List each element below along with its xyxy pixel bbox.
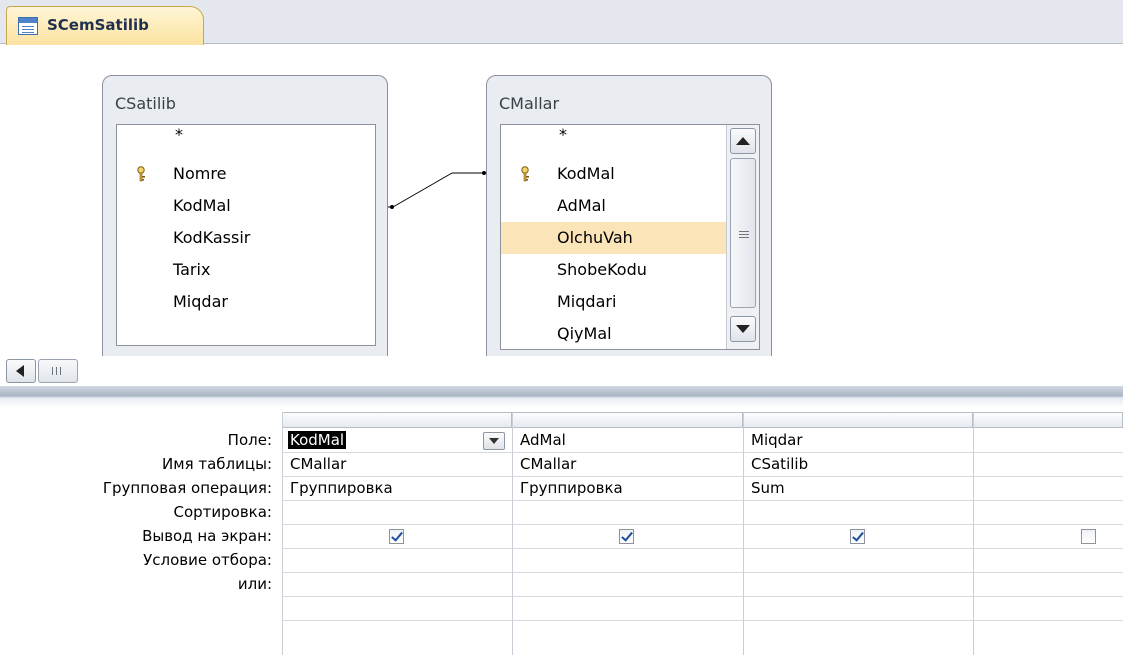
field-all[interactable]: * [501, 125, 759, 157]
primary-key-icon [521, 166, 529, 182]
row-label-total: Групповая операция: [102, 479, 272, 497]
total-cell[interactable]: Sum [744, 476, 973, 500]
table-cmallar[interactable]: CMallar * KodMal AdMal OlchuVah ShobeKod… [486, 75, 772, 356]
row-label-sort: Сортировка: [173, 503, 272, 521]
field-tarix[interactable]: Tarix [117, 254, 375, 286]
field-cell[interactable]: AdMal [513, 428, 743, 452]
sort-cell[interactable] [513, 500, 743, 524]
show-checkbox[interactable] [850, 529, 865, 544]
field-kodmal[interactable]: KodMal [501, 158, 759, 190]
field-admal[interactable]: AdMal [501, 190, 759, 222]
field-kodmal[interactable]: KodMal [117, 190, 375, 222]
scroll-thumb[interactable] [38, 359, 78, 383]
show-checkbox[interactable] [389, 529, 404, 544]
arrow-left-icon [16, 365, 24, 377]
row-label-field: Поле: [227, 431, 272, 449]
query-diagram-pane: CSatilib * Nomre KodMal KodKassir Tarix … [0, 45, 1123, 356]
sort-cell[interactable] [283, 500, 512, 524]
total-cell[interactable]: Группировка [283, 476, 512, 500]
scroll-up-button[interactable] [730, 128, 756, 154]
column-selector[interactable] [973, 412, 1123, 428]
table-cell[interactable]: CMallar [513, 452, 743, 476]
row-label-table: Имя таблицы: [162, 455, 272, 473]
arrow-down-icon [736, 325, 750, 333]
field-all[interactable]: * [117, 125, 375, 157]
field-miqdar[interactable]: Miqdar [117, 286, 375, 318]
table-cell[interactable]: CMallar [283, 452, 512, 476]
pane-splitter[interactable] [0, 386, 1123, 408]
field-cell[interactable]: KodMal [283, 428, 512, 452]
field-dropdown-button[interactable] [483, 432, 505, 450]
arrow-up-icon [736, 137, 750, 145]
tab-scemsatilib[interactable]: SCemSatilib [6, 6, 204, 45]
table-title: CMallar [499, 94, 560, 113]
field-miqdari[interactable]: Miqdari [501, 286, 759, 318]
column-selector[interactable] [743, 412, 973, 428]
scroll-left-button[interactable] [6, 359, 36, 383]
field-list: * KodMal AdMal OlchuVah ShobeKodu Miqdar… [500, 124, 760, 350]
tab-label: SCemSatilib [47, 16, 149, 34]
document-tab-strip: SCemSatilib [0, 0, 1123, 45]
diagram-horizontal-scrollbar[interactable] [0, 356, 1123, 386]
field-cell[interactable]: Miqdar [744, 428, 973, 452]
table-title: CSatilib [115, 94, 176, 113]
field-olchuvah[interactable]: OlchuVah [501, 222, 726, 254]
field-list: * Nomre KodMal KodKassir Tarix Miqdar [116, 124, 376, 346]
show-checkbox[interactable] [1081, 529, 1096, 544]
primary-key-icon [137, 166, 145, 182]
total-cell[interactable]: Группировка [513, 476, 743, 500]
table-csatilib[interactable]: CSatilib * Nomre KodMal KodKassir Tarix … [102, 75, 388, 356]
table-cell[interactable]: CSatilib [744, 452, 973, 476]
query-icon [18, 17, 38, 35]
field-nomre[interactable]: Nomre [117, 158, 375, 190]
field-cell[interactable] [974, 428, 1123, 452]
sort-cell[interactable] [744, 500, 973, 524]
column-selector[interactable] [282, 412, 512, 428]
query-design-grid: Поле: Имя таблицы: Групповая операция: С… [0, 408, 1123, 655]
field-list-scrollbar[interactable] [726, 125, 759, 349]
grip-icon [52, 367, 61, 375]
field-kodkassir[interactable]: KodKassir [117, 222, 375, 254]
scroll-thumb[interactable] [730, 158, 756, 308]
field-qiymal[interactable]: QiyMal [501, 318, 759, 349]
show-checkbox[interactable] [619, 529, 634, 544]
row-label-criteria: Условие отбора: [143, 551, 272, 569]
row-label-show: Вывод на экран: [142, 527, 272, 545]
column-selector[interactable] [512, 412, 743, 428]
row-label-or: или: [237, 575, 272, 593]
field-shobekodu[interactable]: ShobeKodu [501, 254, 759, 286]
scroll-down-button[interactable] [730, 316, 756, 342]
